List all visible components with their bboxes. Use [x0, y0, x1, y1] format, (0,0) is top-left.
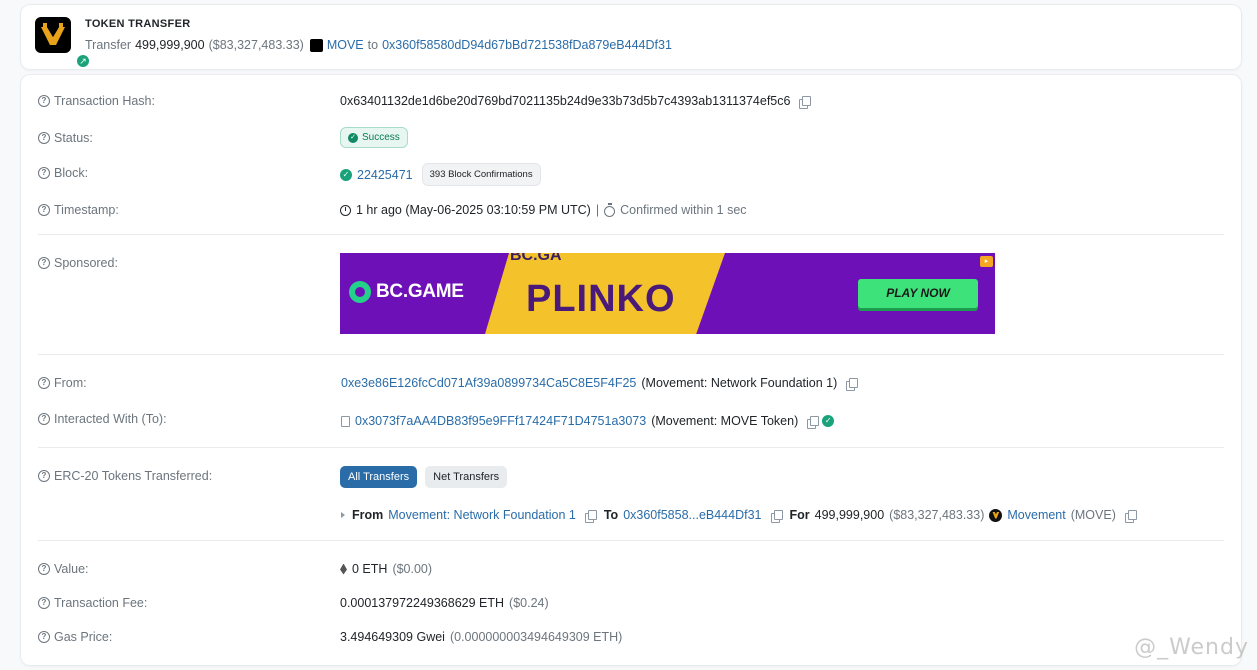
contract-document-icon — [341, 415, 350, 427]
from-name: (Movement: Network Foundation 1) — [641, 376, 838, 390]
movement-token-symbol: (MOVE) — [1070, 508, 1116, 522]
sponsored-label: Sponsored: — [54, 256, 118, 270]
status-badge: ✓ Success — [340, 127, 408, 148]
fee-label: Transaction Fee: — [54, 596, 148, 610]
erc20-to-link[interactable]: 0x360f5858...eB444Df31 — [623, 508, 761, 522]
tab-net-transfers[interactable]: Net Transfers — [425, 466, 508, 488]
summary-title: TOKEN TRANSFER — [85, 18, 191, 30]
gas-price-gwei: 3.494649309 Gwei — [340, 630, 445, 644]
transfer-amount: 499,999,900 — [135, 38, 205, 52]
bc-game-logo-icon — [349, 281, 371, 303]
confirmed-within: Confirmed within 1 sec — [620, 203, 747, 217]
copy-icon[interactable] — [584, 509, 597, 523]
gas-price-eth: (0.000000003494649309 ETH) — [449, 630, 623, 644]
movement-token-icon — [989, 508, 1003, 522]
value-amount: 0 ETH — [352, 562, 388, 576]
timestamp-label: Timestamp: — [54, 203, 119, 217]
bc-game-logo: BC.GAME — [349, 281, 464, 303]
help-icon[interactable]: ? — [38, 631, 50, 643]
fee-usd: ($0.24) — [509, 596, 549, 610]
erc20-usd: ($83,327,483.33) — [889, 508, 985, 522]
move-token-logo: ↗ — [35, 17, 91, 69]
movement-token-link[interactable]: Movement — [1007, 508, 1065, 522]
erc20-amount: 499,999,900 — [814, 508, 885, 522]
ad-choices-icon[interactable]: ▸ — [980, 256, 993, 267]
tab-all-transfers[interactable]: All Transfers — [340, 466, 418, 488]
token-transfer-summary: ↗ TOKEN TRANSFER Transfer 499,999,900 ($… — [20, 4, 1242, 70]
tx-hash-label: Transaction Hash: — [54, 94, 155, 108]
contract-name: (Movement: MOVE Token) — [651, 414, 799, 428]
block-label: Block: — [54, 166, 89, 180]
divider — [38, 447, 1224, 448]
from-address-link[interactable]: 0xe3e86E126fcCd071Af39a0899734Ca5C8E5F4F… — [341, 376, 636, 390]
transfer-word: Transfer — [85, 38, 132, 52]
caret-right-icon — [341, 512, 345, 518]
ethereum-icon — [340, 563, 347, 575]
sponsored-banner[interactable]: BC.GA BC.GAME PLINKO PLAY NOW ▸ — [340, 253, 995, 334]
help-icon[interactable]: ? — [38, 204, 50, 216]
copy-icon[interactable] — [770, 509, 783, 523]
timestamp-value: 1 hr ago (May-06-2025 03:10:59 PM UTC) — [356, 203, 591, 217]
value-usd: ($0.00) — [392, 562, 433, 576]
erc20-label: ERC-20 Tokens Transferred: — [54, 469, 213, 483]
help-icon[interactable]: ? — [38, 132, 50, 144]
summary-to-address-link[interactable]: 0x360f58580dD94d67bBd721538fDa879eB444Df… — [382, 38, 672, 52]
stopwatch-icon — [604, 202, 616, 217]
value-label: Value: — [54, 562, 89, 576]
divider — [38, 354, 1224, 355]
gas-price-label: Gas Price: — [54, 630, 113, 644]
help-icon[interactable]: ? — [38, 413, 50, 425]
play-now-button[interactable]: PLAY NOW — [858, 279, 978, 308]
interacted-with-label: Interacted With (To): — [54, 412, 167, 426]
clock-icon — [340, 204, 351, 216]
help-icon[interactable]: ? — [38, 470, 50, 482]
divider — [38, 540, 1224, 541]
transfer-usd: ($83,327,483.33) — [208, 38, 304, 52]
block-number-link[interactable]: 22425471 — [357, 168, 413, 182]
copy-icon[interactable] — [807, 415, 820, 429]
verified-check-icon: ✓ — [822, 415, 835, 427]
to-word: to — [367, 38, 379, 52]
divider — [38, 234, 1224, 235]
timestamp-separator: | — [595, 203, 600, 217]
check-circle-icon: ✓ — [348, 132, 358, 143]
block-confirmations-badge: 393 Block Confirmations — [421, 163, 541, 186]
help-icon[interactable]: ? — [38, 95, 50, 107]
erc20-for-word: For — [789, 508, 810, 522]
erc20-from-link[interactable]: Movement: Network Foundation 1 — [388, 508, 576, 522]
banner-game-title: PLINKO — [526, 278, 676, 320]
external-arrow-icon: ↗ — [75, 53, 91, 69]
banner-top-text: BC.GA — [510, 253, 562, 264]
transaction-details-card: ? Transaction Hash: 0x63401132de1d6be20d7… — [20, 74, 1242, 666]
help-icon[interactable]: ? — [38, 167, 50, 179]
help-icon[interactable]: ? — [38, 257, 50, 269]
move-token-icon — [309, 38, 323, 52]
copy-icon[interactable] — [799, 95, 812, 109]
check-circle-icon: ✓ — [340, 168, 352, 181]
contract-address-link[interactable]: 0x3073f7aAA4DB83f95e9FFf17424F71D4751a30… — [355, 414, 646, 428]
move-token-link[interactable]: MOVE — [327, 38, 364, 52]
summary-line: Transfer 499,999,900 ($83,327,483.33) MO… — [85, 38, 672, 52]
erc20-from-word: From — [352, 508, 384, 522]
tx-hash-value: 0x63401132de1d6be20d769bd7021135b24d9e33… — [340, 94, 791, 108]
watermark: @_Wendy — [1134, 635, 1249, 660]
status-label: Status: — [54, 131, 93, 145]
fee-amount: 0.000137972249368629 ETH — [340, 596, 505, 610]
from-label: From: — [54, 376, 87, 390]
help-icon[interactable]: ? — [38, 563, 50, 575]
help-icon[interactable]: ? — [38, 597, 50, 609]
help-icon[interactable]: ? — [38, 377, 50, 389]
erc20-to-word: To — [603, 508, 619, 522]
copy-icon[interactable] — [846, 377, 859, 391]
copy-icon[interactable] — [1124, 509, 1137, 523]
